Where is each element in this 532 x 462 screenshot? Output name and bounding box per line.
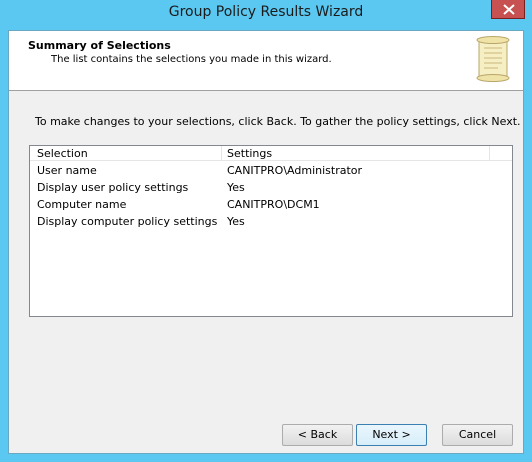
setting-cell: CANITPRO\Administrator <box>227 164 363 177</box>
table-row[interactable]: Display user policy settings Yes <box>30 180 512 197</box>
next-button[interactable]: Next > <box>356 424 427 446</box>
wizard-header: Summary of Selections The list contains … <box>9 31 523 91</box>
instruction-text: To make changes to your selections, clic… <box>35 115 521 128</box>
column-header-settings[interactable]: Settings <box>227 147 272 160</box>
wizard-window: Group Policy Results Wizard Summary of S… <box>0 0 532 462</box>
selections-listview[interactable]: Selection Settings User name CANITPRO\Ad… <box>29 145 513 317</box>
cancel-button[interactable]: Cancel <box>442 424 513 446</box>
table-row[interactable]: User name CANITPRO\Administrator <box>30 163 512 180</box>
selection-cell: User name <box>37 164 97 177</box>
column-divider[interactable] <box>221 146 222 161</box>
table-row[interactable]: Computer name CANITPRO\DCM1 <box>30 197 512 214</box>
table-row[interactable]: Display computer policy settings Yes <box>30 214 512 231</box>
column-header-selection[interactable]: Selection <box>37 147 88 160</box>
wizard-client-area: Summary of Selections The list contains … <box>8 30 524 454</box>
setting-cell: Yes <box>227 215 245 228</box>
close-button[interactable] <box>491 0 525 19</box>
title-bar[interactable]: Group Policy Results Wizard <box>0 0 532 27</box>
header-subtitle: The list contains the selections you mad… <box>51 54 332 65</box>
scroll-icon <box>476 36 510 82</box>
list-header: Selection Settings <box>30 146 512 161</box>
setting-cell: Yes <box>227 181 245 194</box>
setting-cell: CANITPRO\DCM1 <box>227 198 320 211</box>
selection-cell: Computer name <box>37 198 127 211</box>
selection-cell: Display computer policy settings <box>37 215 218 228</box>
selection-cell: Display user policy settings <box>37 181 189 194</box>
column-divider[interactable] <box>489 146 490 161</box>
window-title: Group Policy Results Wizard <box>168 4 364 20</box>
header-title: Summary of Selections <box>28 39 171 52</box>
close-icon <box>503 4 515 15</box>
back-button[interactable]: < Back <box>282 424 353 446</box>
